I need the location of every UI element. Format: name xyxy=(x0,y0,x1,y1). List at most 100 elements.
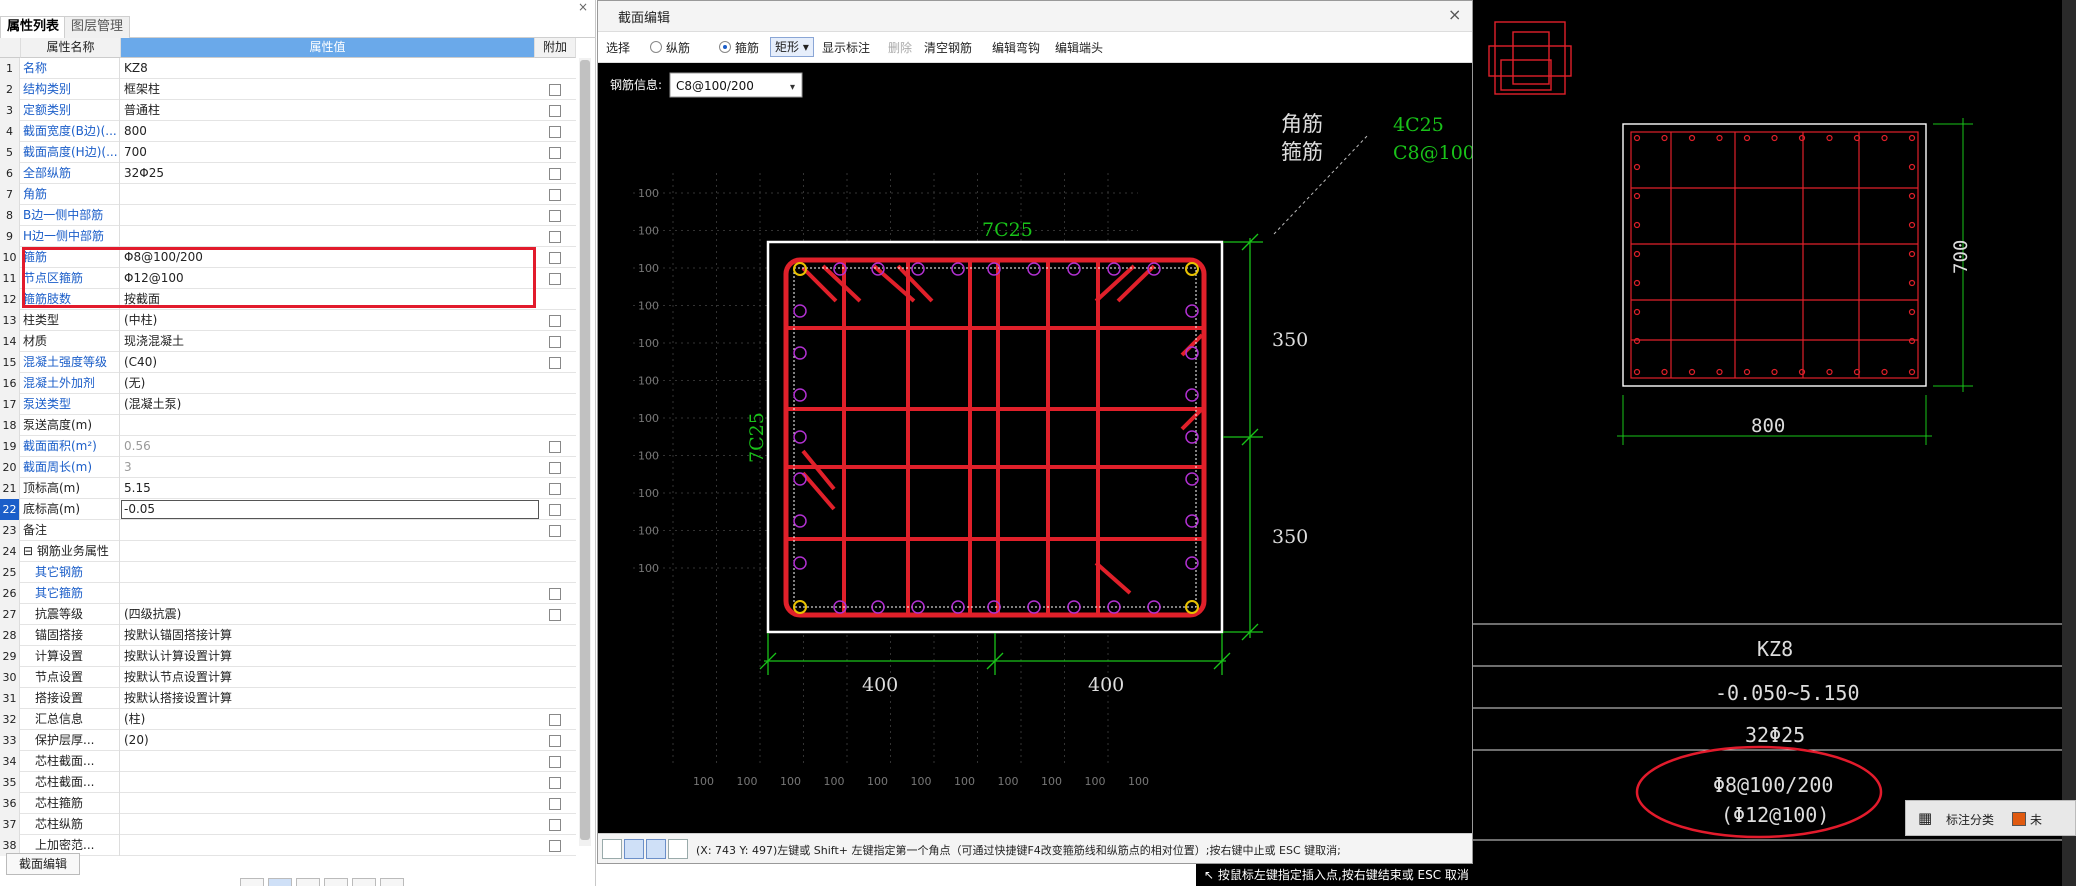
attach-checkbox[interactable] xyxy=(549,483,561,495)
attach-checkbox[interactable] xyxy=(549,840,561,852)
property-value[interactable] xyxy=(124,793,534,814)
label-category-button[interactable]: ▦ 标注分类 未 xyxy=(1905,800,2076,836)
property-value[interactable] xyxy=(124,583,534,604)
table-row[interactable]: 16 混凝土外加剂 (无) xyxy=(0,373,576,394)
table-row[interactable]: 31 搭接设置 按默认搭接设置计算 xyxy=(0,688,576,709)
line-tool-icon[interactable] xyxy=(624,839,644,859)
attach-checkbox[interactable] xyxy=(549,210,561,222)
table-row[interactable]: 8 B边一侧中部筋 xyxy=(0,205,576,226)
ortho-tool-icon[interactable] xyxy=(602,839,622,859)
table-row[interactable]: 18 泵送高度(m) xyxy=(0,415,576,436)
longitudinal-radio[interactable] xyxy=(650,41,662,53)
table-row[interactable]: 34 芯柱截面... xyxy=(0,751,576,772)
dialog-close-icon[interactable]: × xyxy=(1448,5,1461,24)
property-value[interactable] xyxy=(124,541,534,562)
select-tool[interactable]: 选择 xyxy=(606,40,630,56)
table-row[interactable]: 33 保护层厚... (20) xyxy=(0,730,576,751)
property-value[interactable]: 5.15 xyxy=(124,478,534,499)
attach-checkbox[interactable] xyxy=(549,105,561,117)
property-value[interactable] xyxy=(124,226,534,247)
table-row[interactable]: 30 节点设置 按默认节点设置计算 xyxy=(0,667,576,688)
table-row[interactable]: 24 ⊟ 钢筋业务属性 xyxy=(0,541,576,562)
property-value[interactable] xyxy=(124,562,534,583)
edit-hook-button[interactable]: 编辑弯钩 xyxy=(992,40,1040,56)
attach-checkbox[interactable] xyxy=(549,504,561,516)
attach-checkbox[interactable] xyxy=(549,756,561,768)
table-row[interactable]: 32 汇总信息 (柱) xyxy=(0,709,576,730)
bottom-tool-5[interactable] xyxy=(352,878,376,886)
tab-property-list[interactable]: 属性列表 xyxy=(0,16,67,38)
property-value[interactable] xyxy=(124,415,534,436)
scrollbar-thumb[interactable] xyxy=(580,60,590,840)
property-value[interactable]: (无) xyxy=(124,373,534,394)
table-row[interactable]: 15 混凝土强度等级 (C40) xyxy=(0,352,576,373)
table-row[interactable]: 19 截面面积(m²) 0.56 xyxy=(0,436,576,457)
property-value[interactable]: -0.05 xyxy=(121,500,539,519)
longitudinal-label[interactable]: 纵筋 xyxy=(666,40,690,56)
property-value[interactable]: KZ8 xyxy=(124,58,534,79)
attach-checkbox[interactable] xyxy=(549,231,561,243)
property-value[interactable] xyxy=(124,205,534,226)
table-row[interactable]: 23 备注 xyxy=(0,520,576,541)
panel-scrollbar[interactable] xyxy=(579,58,591,846)
property-value[interactable]: 0.56 xyxy=(124,436,534,457)
table-row[interactable]: 38 上加密范... xyxy=(0,835,576,856)
property-value[interactable]: 按默认搭接设置计算 xyxy=(124,688,534,709)
section-edit-button[interactable]: 截面编辑 xyxy=(6,853,81,875)
property-value[interactable]: 800 xyxy=(124,121,534,142)
property-value[interactable]: 700 xyxy=(124,142,534,163)
table-row[interactable]: 1 名称 KZ8 xyxy=(0,58,576,79)
cad-drawing[interactable]: 700 800 KZ8 -0.050~5.150 32Φ25 Φ8@100/20… xyxy=(1473,0,2076,886)
clear-rebar-button[interactable]: 清空钢筋 xyxy=(924,40,972,56)
table-row[interactable]: 13 柱类型 (中柱) xyxy=(0,310,576,331)
property-value[interactable]: 按默认锚固搭接计算 xyxy=(124,625,534,646)
property-value[interactable] xyxy=(124,184,534,205)
attach-checkbox[interactable] xyxy=(549,126,561,138)
table-row[interactable]: 4 截面宽度(B边)(... 800 xyxy=(0,121,576,142)
property-value[interactable]: 3 xyxy=(124,457,534,478)
property-value[interactable]: 框架柱 xyxy=(124,79,534,100)
property-value[interactable]: 按默认计算设置计算 xyxy=(124,646,534,667)
bottom-tool-1[interactable] xyxy=(240,878,264,886)
panel-close-icon[interactable]: × xyxy=(578,0,588,14)
attach-checkbox[interactable] xyxy=(549,168,561,180)
section-canvas[interactable]: 钢筋信息: C8@100/200 ▾ 100 100 100 100 100 100 100… xyxy=(598,63,1482,833)
table-row[interactable]: 26 其它箍筋 xyxy=(0,583,576,604)
property-value[interactable]: (混凝土泵) xyxy=(124,394,534,415)
property-value[interactable]: 现浇混凝土 xyxy=(124,331,534,352)
table-row[interactable]: 37 芯柱纵筋 xyxy=(0,814,576,835)
edit-end-button[interactable]: 编辑端头 xyxy=(1055,40,1103,56)
shape-dropdown[interactable]: 矩形 ▾ xyxy=(770,37,814,57)
attach-checkbox[interactable] xyxy=(549,462,561,474)
snap-tool-icon[interactable] xyxy=(668,839,688,859)
table-row[interactable]: 7 角筋 xyxy=(0,184,576,205)
show-label-button[interactable]: 显示标注 xyxy=(822,40,870,56)
section-drawing[interactable]: 钢筋信息: C8@100/200 ▾ 100 100 100 100 100 100 100… xyxy=(598,63,1482,833)
attach-checkbox[interactable] xyxy=(549,147,561,159)
property-value[interactable] xyxy=(124,751,534,772)
attach-checkbox[interactable] xyxy=(549,357,561,369)
property-value[interactable] xyxy=(124,835,534,856)
table-row[interactable]: 2 结构类别 框架柱 xyxy=(0,79,576,100)
attach-checkbox[interactable] xyxy=(549,189,561,201)
property-value[interactable]: (四级抗震) xyxy=(124,604,534,625)
bottom-tool-6[interactable] xyxy=(380,878,404,886)
attach-checkbox[interactable] xyxy=(549,315,561,327)
property-value[interactable] xyxy=(124,772,534,793)
property-value[interactable]: (20) xyxy=(124,730,534,751)
attach-checkbox[interactable] xyxy=(549,525,561,537)
attach-checkbox[interactable] xyxy=(549,252,561,264)
stirrup-label[interactable]: 箍筋 xyxy=(735,40,759,56)
attach-checkbox[interactable] xyxy=(549,735,561,747)
cad-scrollbar[interactable] xyxy=(2062,0,2076,886)
property-value[interactable]: (中柱) xyxy=(124,310,534,331)
bottom-tool-2[interactable] xyxy=(268,878,292,886)
cad-view[interactable]: 700 800 KZ8 -0.050~5.150 32Φ25 Φ8@100/20… xyxy=(1473,0,2076,886)
bottom-tool-4[interactable] xyxy=(324,878,348,886)
property-value[interactable]: (柱) xyxy=(124,709,534,730)
property-value[interactable] xyxy=(124,520,534,541)
property-value[interactable]: 普通柱 xyxy=(124,100,534,121)
table-row[interactable]: 36 芯柱箍筋 xyxy=(0,793,576,814)
attach-checkbox[interactable] xyxy=(549,588,561,600)
table-row[interactable]: 27 抗震等级 (四级抗震) xyxy=(0,604,576,625)
